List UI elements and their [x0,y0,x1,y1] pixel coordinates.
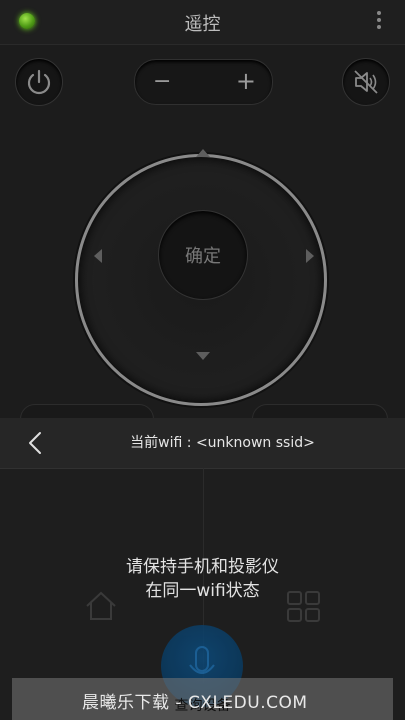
mute-icon [354,70,378,94]
page-title: 遥控 [184,14,221,35]
volume-control: − + [134,59,273,105]
divider [0,44,405,45]
ok-button[interactable]: 确定 [158,210,248,300]
watermark-text: 晨曦乐下载 - CXLEDU.COM [82,693,308,713]
dpad-up-button[interactable] [196,149,210,157]
power-button[interactable] [15,58,63,106]
mute-button[interactable] [342,58,390,106]
more-vert-icon[interactable] [375,8,383,34]
top-bar: 遥控 [0,0,405,44]
wifi-ssid: <unknown ssid> [195,435,315,451]
home-icon[interactable] [84,590,118,622]
wifi-status: 当前wifi : <unknown ssid> [60,432,385,452]
dpad-left-button[interactable] [94,249,102,263]
volume-down-button[interactable]: − [153,69,171,94]
dpad-down-button[interactable] [196,352,210,360]
volume-up-button[interactable]: + [236,67,256,95]
wifi-label: 当前wifi : [130,435,196,451]
back-arrow-icon[interactable] [24,431,48,455]
message-line-1: 请保持手机和投影仪 [126,557,279,577]
dpad-right-button[interactable] [306,249,314,263]
panel-header: 当前wifi : <unknown ssid> [0,418,405,469]
grid-icon[interactable] [286,590,322,624]
message-line-2: 在同一wifi状态 [145,581,260,601]
power-icon [27,69,51,95]
